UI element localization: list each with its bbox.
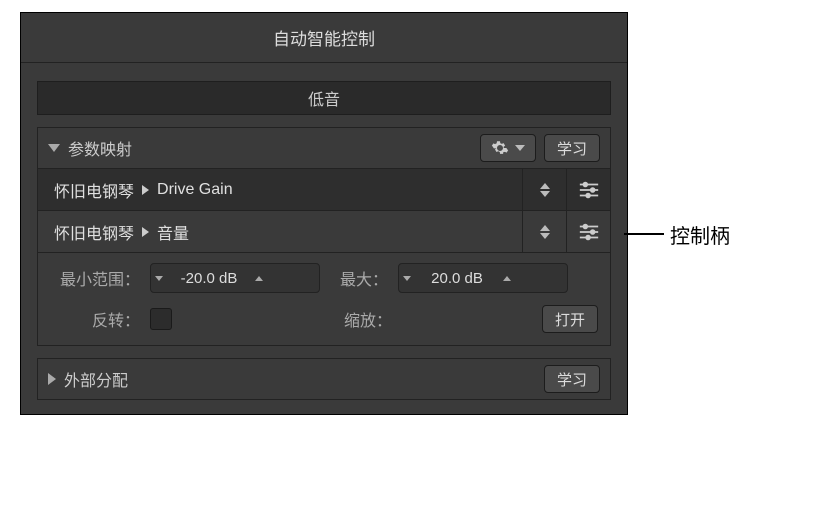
mapping-title: 参数映射 <box>68 136 132 160</box>
scale-label: 缩放： <box>334 307 392 331</box>
stepper-arrows-icon <box>540 225 550 239</box>
learn-label: 学习 <box>557 138 587 159</box>
stepper-down-icon <box>155 276 163 281</box>
instrument-name: 怀旧电钢琴 <box>54 220 134 244</box>
triangle-separator-icon <box>142 227 149 237</box>
min-range-field[interactable]: -20.0 dB <box>150 263 320 293</box>
gear-icon <box>491 139 509 157</box>
disclosure-triangle-icon[interactable] <box>48 144 60 152</box>
max-range-field[interactable]: 20.0 dB <box>398 263 568 293</box>
mapping-row[interactable]: 怀旧电钢琴 音量 <box>38 210 610 252</box>
triangle-separator-icon <box>142 185 149 195</box>
chevron-down-icon <box>515 145 525 151</box>
invert-label: 反转： <box>50 307 140 331</box>
callout-label: 控制柄 <box>670 220 730 249</box>
panel-body: 低音 参数映射 学习 怀旧电钢琴 <box>21 63 627 414</box>
mapping-handle[interactable] <box>566 169 610 210</box>
control-name-text: 低音 <box>308 86 340 110</box>
invert-checkbox[interactable] <box>150 308 172 330</box>
control-name-field[interactable]: 低音 <box>37 81 611 115</box>
parameter-mapping-section: 参数映射 学习 怀旧电钢琴 Drive Gain <box>37 127 611 346</box>
mapping-row[interactable]: 怀旧电钢琴 Drive Gain <box>38 168 610 210</box>
stepper-arrows-icon <box>540 183 550 197</box>
mapping-header: 参数映射 学习 <box>38 128 610 168</box>
mapping-controls: 最小范围： -20.0 dB 最大： 20.0 dB 反转： <box>38 252 610 345</box>
learn-label: 学习 <box>557 369 587 390</box>
min-range-value: -20.0 dB <box>171 270 247 287</box>
panel-title: 自动智能控制 <box>21 13 627 63</box>
max-range-label: 最大： <box>330 266 388 290</box>
mapping-stepper[interactable] <box>522 211 566 252</box>
panel-title-text: 自动智能控制 <box>273 25 375 50</box>
smart-controls-panel: 自动智能控制 低音 参数映射 学习 <box>20 12 628 415</box>
instrument-name: 怀旧电钢琴 <box>54 178 134 202</box>
external-learn-button[interactable]: 学习 <box>544 365 600 393</box>
mapping-row-label: 怀旧电钢琴 音量 <box>38 220 522 244</box>
min-range-label: 最小范围： <box>50 266 140 290</box>
sliders-icon <box>578 181 600 199</box>
range-row: 最小范围： -20.0 dB 最大： 20.0 dB <box>50 263 598 293</box>
stepper-down-icon <box>403 276 411 281</box>
parameter-name: Drive Gain <box>157 181 233 199</box>
callout-line <box>624 233 664 235</box>
mapping-handle[interactable] <box>566 211 610 252</box>
open-label: 打开 <box>555 309 585 330</box>
mapping-row-label: 怀旧电钢琴 Drive Gain <box>38 178 522 202</box>
mapping-actions-menu[interactable] <box>480 134 536 162</box>
external-assignment-section: 外部分配 学习 <box>37 358 611 400</box>
parameter-name: 音量 <box>157 220 189 244</box>
disclosure-triangle-icon[interactable] <box>48 373 56 385</box>
stepper-up-icon <box>255 276 263 281</box>
max-range-value: 20.0 dB <box>419 270 495 287</box>
sliders-icon <box>578 223 600 241</box>
mapping-stepper[interactable] <box>522 169 566 210</box>
scale-open-button[interactable]: 打开 <box>542 305 598 333</box>
mapping-learn-button[interactable]: 学习 <box>544 134 600 162</box>
options-row: 反转： 缩放： 打开 <box>50 305 598 333</box>
mapping-list: 怀旧电钢琴 Drive Gain <box>38 168 610 252</box>
external-header: 外部分配 学习 <box>38 359 610 399</box>
stepper-up-icon <box>503 276 511 281</box>
external-title: 外部分配 <box>64 367 128 391</box>
